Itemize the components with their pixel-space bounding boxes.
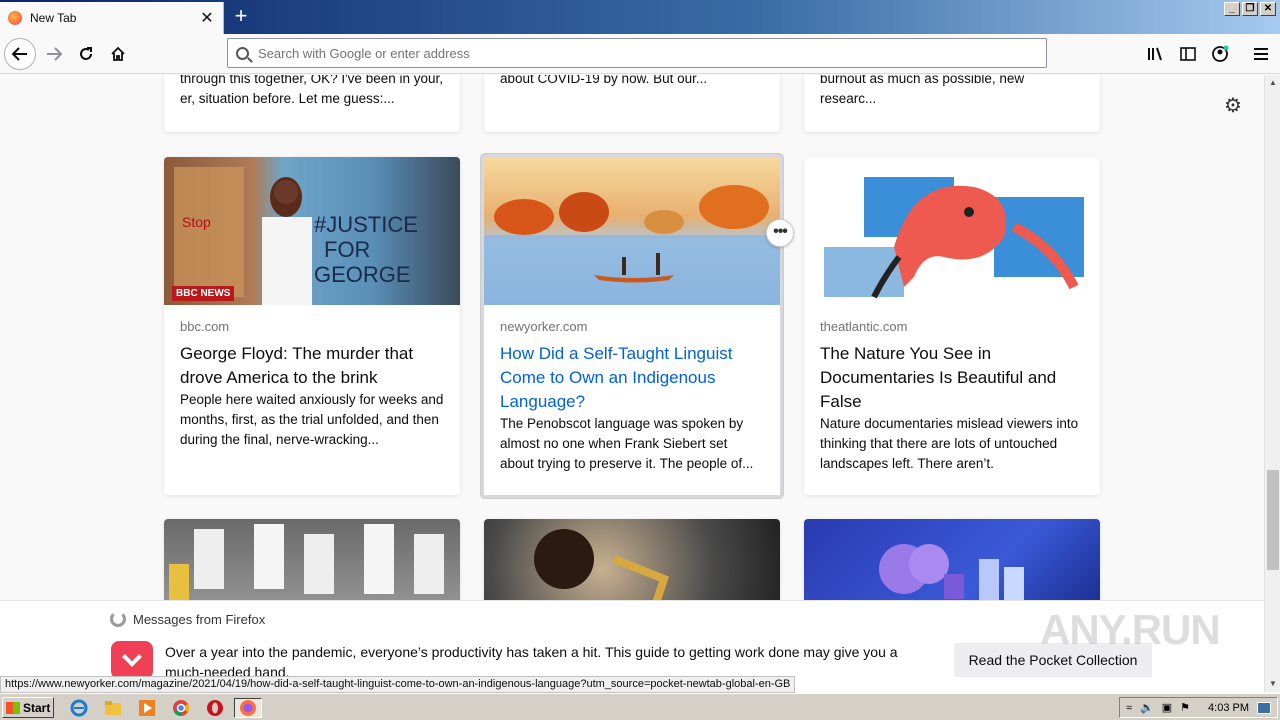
story-card[interactable]: burnout as much as possible, new researc… xyxy=(804,75,1100,132)
back-button[interactable] xyxy=(4,38,36,70)
cloud-security-image xyxy=(879,544,1024,600)
app-menu-button[interactable] xyxy=(1247,40,1275,68)
tab-new-tab[interactable]: New Tab ✕ xyxy=(0,2,224,34)
card-excerpt: burnout as much as possible, new researc… xyxy=(820,75,1025,106)
window-controls: _ ❐ ✕ xyxy=(1224,2,1276,16)
firefox-favicon-icon xyxy=(8,11,22,25)
menu-icon xyxy=(1254,48,1268,60)
media-player-icon[interactable] xyxy=(136,698,158,718)
page-scrollbar[interactable]: ▲ ▼ xyxy=(1264,75,1280,692)
show-desktop-icon[interactable] xyxy=(1257,701,1271,714)
card-context-menu-button[interactable]: ••• xyxy=(766,219,794,247)
account-icon xyxy=(1212,45,1229,62)
library-button[interactable] xyxy=(1142,40,1170,68)
card-headline[interactable]: How Did a Self-Taught Linguist Come to O… xyxy=(500,342,764,414)
card-excerpt: about COVID-19 by now. But our... xyxy=(500,75,708,86)
card-headline[interactable]: George Floyd: The murder that drove Amer… xyxy=(180,342,444,390)
volume-icon[interactable]: 🔈 xyxy=(1140,701,1154,714)
svg-text:GEORGE: GEORGE xyxy=(314,262,411,287)
navigation-toolbar xyxy=(0,34,1280,74)
home-icon xyxy=(111,46,125,61)
url-input[interactable] xyxy=(258,45,1018,61)
account-button[interactable] xyxy=(1206,40,1234,68)
scroll-down-arrow-icon[interactable]: ▼ xyxy=(1265,676,1280,692)
card-thumbnail xyxy=(484,157,780,305)
bbc-news-badge: BBC NEWS xyxy=(172,286,235,301)
reload-button[interactable] xyxy=(70,38,102,70)
customize-gear-icon[interactable]: ⚙ xyxy=(1224,93,1242,118)
story-card[interactable]: through this together, OK? I've been in … xyxy=(164,75,460,132)
system-tray: ≈ 🔈 ▣ ⚑ 4:03 PM xyxy=(1119,697,1278,718)
reload-icon xyxy=(80,47,92,60)
message-header-label: Messages from Firefox xyxy=(133,611,266,627)
card-excerpt: The Penobscot language was spoken by alm… xyxy=(500,416,754,471)
tray-arrow-icon[interactable]: ≈ xyxy=(1126,702,1132,714)
restore-button[interactable]: ❐ xyxy=(1242,2,1258,16)
story-card-bbc[interactable]: Stop #JUSTICE FOR GEORGE BBC NEWS bbc.co… xyxy=(164,157,460,495)
card-excerpt: through this together, OK? I've been in … xyxy=(180,75,443,106)
story-card[interactable] xyxy=(804,519,1100,600)
action-center-flag-icon[interactable]: ⚑ xyxy=(1180,701,1190,714)
network-icon[interactable]: ▣ xyxy=(1162,701,1172,714)
search-icon xyxy=(236,46,249,60)
home-button[interactable] xyxy=(102,38,134,70)
card-source: theatlantic.com xyxy=(820,319,908,334)
flamingo-collage-image xyxy=(824,177,1084,299)
card-thumbnail xyxy=(484,519,780,600)
card-headline[interactable]: The Nature You See in Documentaries Is B… xyxy=(820,342,1084,414)
card-excerpt: Nature documentaries mislead viewers int… xyxy=(820,416,1079,471)
start-label: Start xyxy=(23,700,51,715)
opera-icon[interactable] xyxy=(204,698,226,718)
message-header: Messages from Firefox xyxy=(110,611,265,627)
story-card[interactable] xyxy=(164,519,460,600)
card-thumbnail xyxy=(804,519,1100,600)
address-bar[interactable] xyxy=(227,38,1047,68)
svg-text:FOR: FOR xyxy=(324,237,370,262)
story-card[interactable]: about COVID-19 by now. But our... xyxy=(484,75,780,132)
library-icon xyxy=(1148,47,1162,61)
svg-text:#JUSTICE: #JUSTICE xyxy=(314,212,418,237)
back-icon xyxy=(11,47,27,61)
scroll-up-arrow-icon[interactable]: ▲ xyxy=(1265,75,1280,91)
file-explorer-icon[interactable] xyxy=(102,698,124,718)
windows-logo-icon xyxy=(6,701,20,714)
new-tab-button[interactable]: + xyxy=(230,4,252,28)
card-source: bbc.com xyxy=(180,319,230,334)
story-card-atlantic[interactable]: theatlantic.com The Nature You See in Do… xyxy=(804,157,1100,495)
title-bar: New Tab ✕ + _ ❐ ✕ xyxy=(0,0,1280,34)
status-bar-url: https://www.newyorker.com/magazine/2021/… xyxy=(0,676,796,693)
windows-taskbar: Start ≈ 🔈 ▣ ⚑ 4:03 PM xyxy=(0,693,1280,720)
protest-mural-image: Stop #JUSTICE FOR GEORGE xyxy=(174,167,418,305)
scrollbar-thumb[interactable] xyxy=(1267,470,1279,570)
forward-button[interactable] xyxy=(38,38,70,70)
astronaut-saxophone-image xyxy=(534,529,669,600)
card-thumbnail: Stop #JUSTICE FOR GEORGE BBC NEWS xyxy=(164,157,460,305)
story-card-newyorker[interactable]: newyorker.com How Did a Self-Taught Ling… xyxy=(481,154,783,498)
card-thumbnail xyxy=(804,157,1100,305)
new-tab-content: through this together, OK? I've been in … xyxy=(0,75,1264,600)
internet-explorer-icon[interactable] xyxy=(68,698,90,718)
svg-text:Stop: Stop xyxy=(182,214,211,230)
clock[interactable]: 4:03 PM xyxy=(1208,702,1249,714)
tab-close-icon[interactable]: ✕ xyxy=(199,8,215,28)
start-button[interactable]: Start xyxy=(2,697,54,718)
tab-title: New Tab xyxy=(30,11,77,25)
card-thumbnail xyxy=(164,519,460,600)
canoe-lake-image xyxy=(484,185,780,305)
minimize-button[interactable]: _ xyxy=(1224,2,1240,16)
card-excerpt: People here waited anxiously for weeks a… xyxy=(180,392,444,447)
firefox-taskbar-button[interactable] xyxy=(234,698,262,718)
sidebar-button[interactable] xyxy=(1174,40,1202,68)
close-window-button[interactable]: ✕ xyxy=(1260,2,1276,16)
forward-icon xyxy=(47,47,63,61)
anyrun-watermark: ANY.RUN xyxy=(1040,606,1221,653)
card-source: newyorker.com xyxy=(500,319,588,334)
trucks-parking-image xyxy=(169,524,444,600)
sidebar-icon xyxy=(1180,47,1196,61)
chrome-icon[interactable] xyxy=(170,698,192,718)
firefox-icon xyxy=(110,611,126,627)
story-card[interactable] xyxy=(484,519,780,600)
pocket-icon xyxy=(111,641,153,679)
